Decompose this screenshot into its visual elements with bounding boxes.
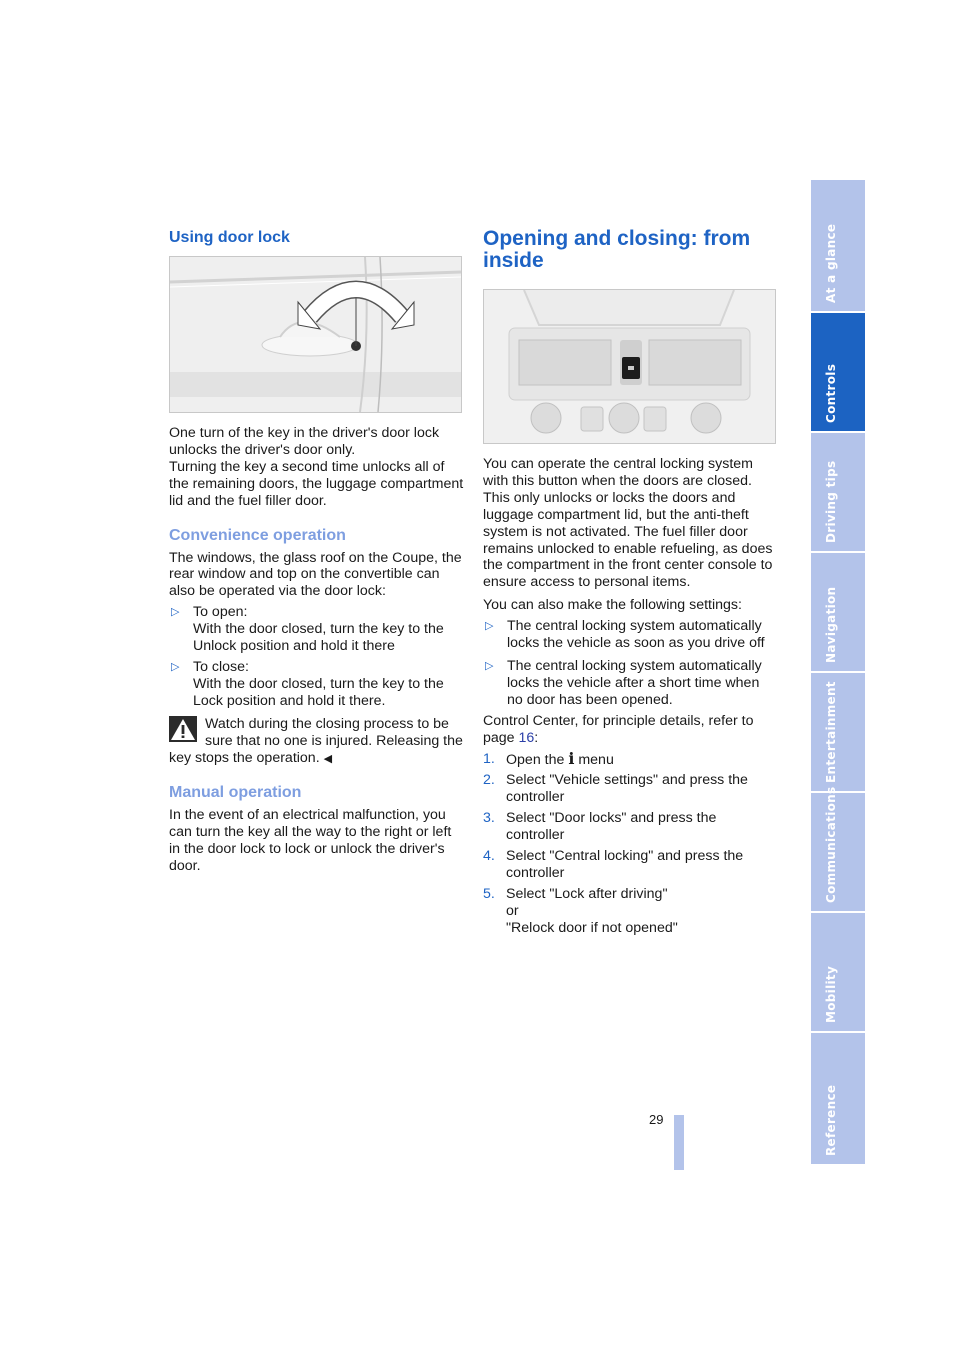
tab-reference[interactable]: Reference [811, 1033, 865, 1164]
chapter-tabs: At a glance Controls Driving tips Naviga… [811, 180, 865, 1166]
subheading-convenience-operation: Convenience operation [169, 526, 346, 544]
setting-item: ▷ The central locking system automatical… [485, 657, 762, 708]
section-heading-using-door-lock: Using door lock [169, 229, 290, 246]
tab-navigation[interactable]: Navigation [811, 553, 865, 671]
triangle-bullet-icon: ▷ [485, 659, 494, 672]
intro-paragraph-1: One turn of the key in the driver's door… [169, 425, 440, 458]
page-marker-bar [674, 1115, 684, 1170]
section-heading-opening-closing-inside: Opening and closing: from inside [483, 227, 751, 272]
triangle-bullet-icon: ▷ [171, 606, 180, 619]
warning-note: Watch during the closing process to be s… [169, 715, 464, 768]
bullet-to-open: ▷ To open: With the door closed, turn th… [169, 604, 464, 655]
bullet-title: To open: [193, 604, 248, 621]
tab-communications[interactable]: Communications [811, 787, 865, 911]
page-number: 29 [649, 1112, 664, 1127]
control-center-reference: Control Center, for principle details, r… [483, 712, 754, 746]
triangle-bullet-icon: ▷ [171, 660, 180, 673]
step-item: 4. Select "Central locking" and press th… [483, 848, 744, 881]
tab-controls[interactable]: Controls [811, 313, 865, 431]
tab-at-a-glance[interactable]: At a glance [811, 180, 865, 311]
central-locking-paragraph: You can operate the central locking syst… [483, 456, 773, 591]
center-console-drawing [484, 290, 775, 443]
tab-entertainment[interactable]: Entertainment [811, 673, 865, 791]
bullet-to-close: ▷ To close: With the door closed, turn t… [169, 659, 464, 710]
end-mark-icon: ◀ [323, 752, 333, 765]
setting-item: ▷ The central locking system automatical… [485, 618, 765, 652]
left-column: Using door lock One turn of the key in t… [169, 228, 464, 875]
right-column: Opening and closing: from inside You can… [483, 228, 778, 937]
warning-text: Watch during the closing process to be s… [169, 715, 463, 766]
step-item: 3. Select "Door locks" and press the con… [483, 810, 717, 844]
warning-triangle-icon [169, 715, 197, 742]
tab-mobility[interactable]: Mobility [811, 913, 865, 1031]
intro-paragraph-2: Turning the key a second time unlocks al… [169, 458, 464, 509]
step-item: 5. Select "Lock after driving" or "Reloc… [483, 885, 678, 936]
convenience-paragraph: The windows, the glass roof on the Coupe… [169, 549, 462, 600]
tab-driving-tips[interactable]: Driving tips [811, 433, 865, 551]
settings-intro: You can also make the following settings… [483, 597, 742, 614]
page-link-16[interactable]: 16 [519, 730, 535, 746]
step-item: 2. Select "Vehicle settings" and press t… [483, 772, 748, 806]
bullet-title: To close: [193, 658, 249, 675]
center-console-illustration [483, 289, 776, 444]
bullet-text: With the door closed, turn the key to th… [193, 621, 444, 655]
step-item: 1. Open the i menu [483, 748, 614, 768]
triangle-bullet-icon: ▷ [485, 620, 494, 633]
door-lock-illustration [169, 256, 462, 413]
bullet-text: With the door closed, turn the key to th… [193, 675, 444, 709]
door-lock-drawing [170, 257, 461, 412]
manual-paragraph: In the event of an electrical malfunctio… [169, 807, 452, 875]
subheading-manual-operation: Manual operation [169, 784, 302, 802]
